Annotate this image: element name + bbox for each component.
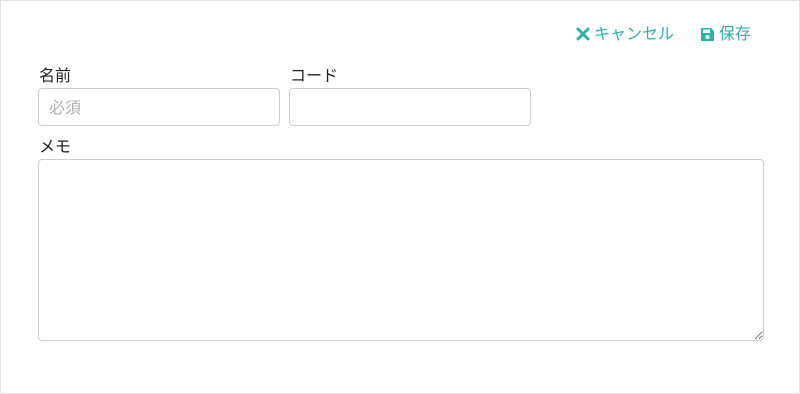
- cancel-button[interactable]: キャンセル: [576, 23, 674, 45]
- toolbar: キャンセル 保存: [576, 23, 751, 45]
- name-label: 名前: [39, 66, 72, 85]
- save-label: 保存: [718, 24, 751, 43]
- memo-label: メモ: [39, 137, 72, 156]
- memo-textarea[interactable]: [38, 159, 764, 341]
- form-panel: キャンセル 保存 名前 コード メモ: [0, 0, 800, 394]
- cancel-label: キャンセル: [593, 24, 674, 43]
- floppy-disk-icon: [700, 27, 715, 42]
- close-icon: [576, 27, 590, 41]
- code-label: コード: [290, 66, 339, 85]
- name-input[interactable]: [38, 88, 280, 126]
- save-button[interactable]: 保存: [700, 23, 751, 45]
- code-input[interactable]: [289, 88, 531, 126]
